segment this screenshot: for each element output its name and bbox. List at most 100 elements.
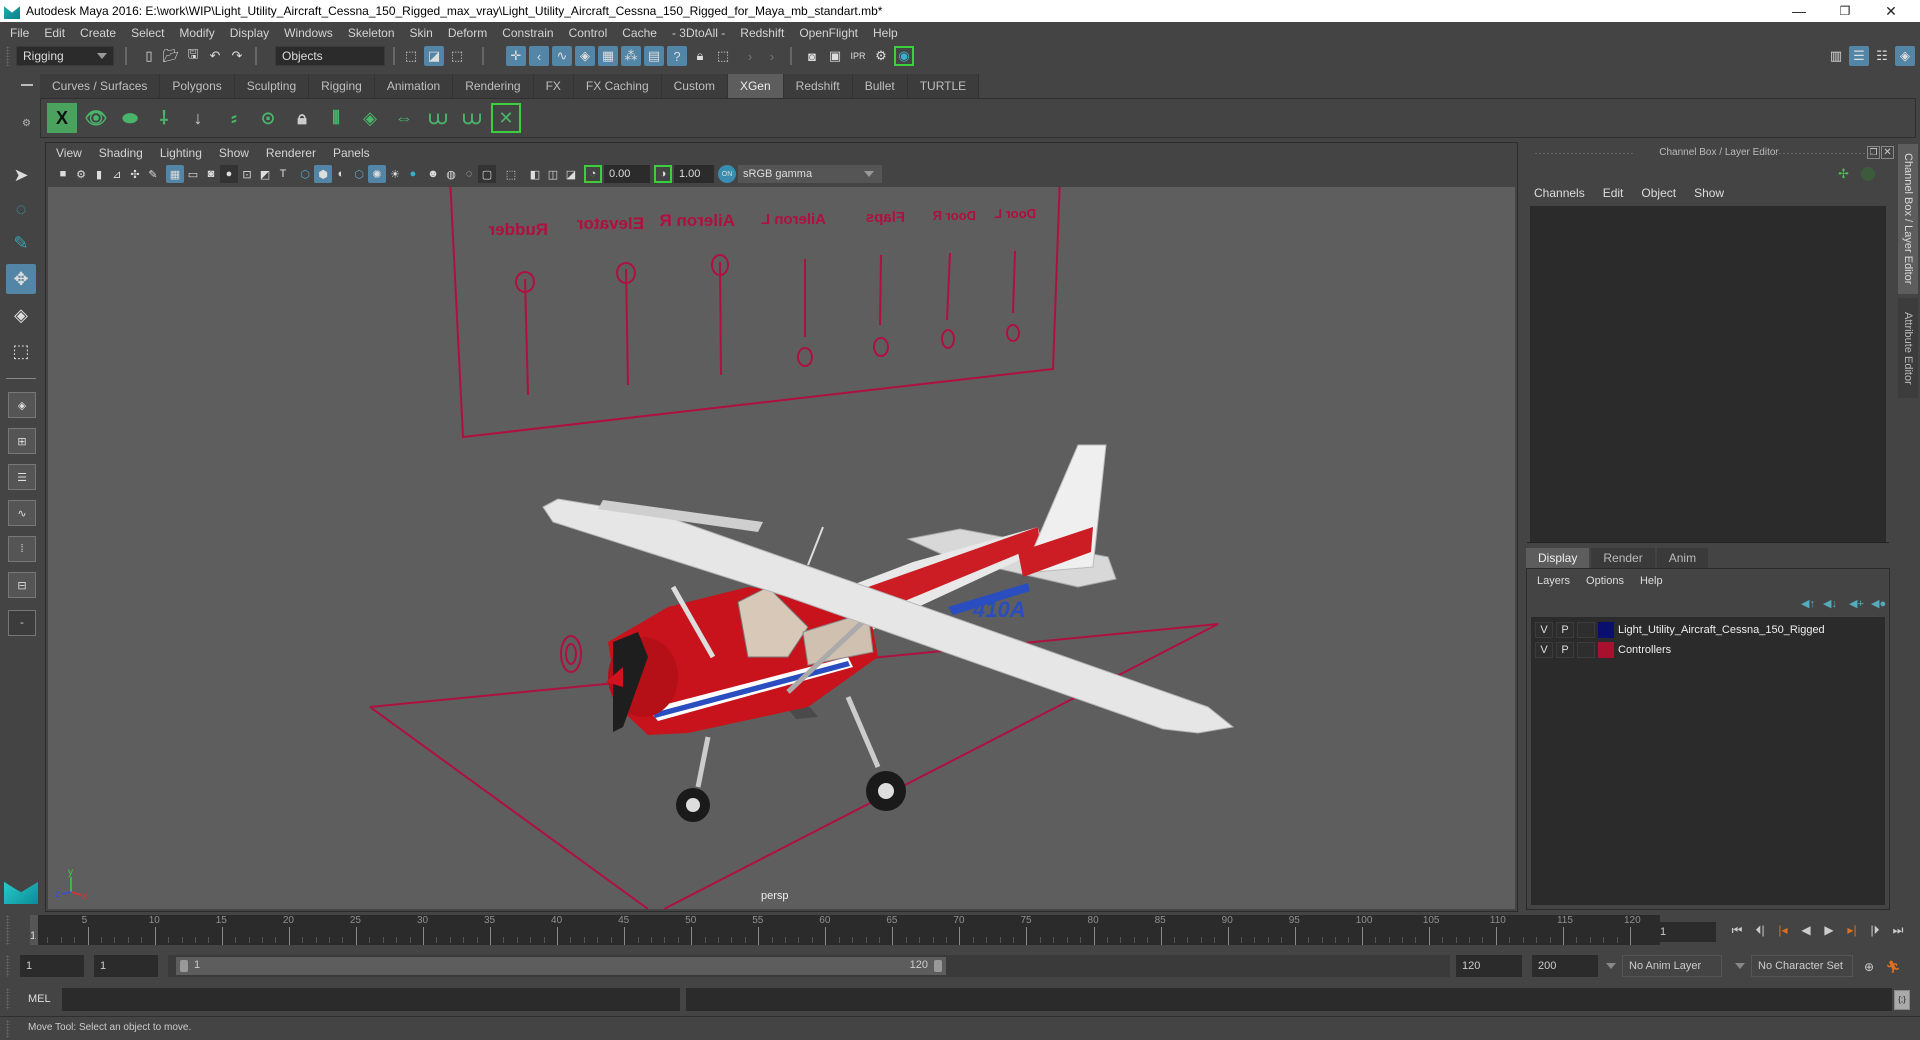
shelf-tab-fx-caching[interactable]: FX Caching xyxy=(573,74,662,98)
isolate-select-icon[interactable]: ▢ xyxy=(478,165,496,183)
select-object-icon[interactable]: ◪ xyxy=(424,46,444,66)
lock-guide-icon[interactable]: 🔒︎ xyxy=(287,103,317,133)
go-to-start-icon[interactable]: ⏮ xyxy=(1728,920,1746,940)
shadows-icon[interactable]: ☀ xyxy=(386,165,404,183)
menu-edit[interactable]: Edit xyxy=(44,26,65,40)
range-slider-bar[interactable]: 1 120 xyxy=(176,957,946,975)
xgen-editor-icon[interactable]: X xyxy=(47,103,77,133)
hypershade-persp-layout-button[interactable]: ⁞ xyxy=(8,536,36,562)
viewport-menu-view[interactable]: View xyxy=(56,146,82,160)
motion-blur-icon[interactable]: ☻ xyxy=(424,165,442,183)
layer-name[interactable]: Light_Utility_Aircraft_Cessna_150_Rigged xyxy=(1618,624,1825,636)
layer-visibility-toggle[interactable]: V xyxy=(1535,622,1553,638)
scale-tool-icon[interactable]: ⬚ xyxy=(6,336,36,366)
shelf-tab-rigging[interactable]: Rigging xyxy=(309,74,375,98)
grid-icon[interactable]: ▦ xyxy=(166,165,184,183)
exposure-icon[interactable]: ◔ xyxy=(584,165,602,183)
character-set-chevron-icon[interactable] xyxy=(1735,963,1745,969)
shelf-tab-fx[interactable]: FX xyxy=(533,74,574,98)
selection-mode-dropdown[interactable]: Objects xyxy=(275,46,385,66)
resolution-gate-icon[interactable]: ◙ xyxy=(202,165,220,183)
menu-redshift[interactable]: Redshift xyxy=(740,26,784,40)
modeling-toolkit-icon[interactable]: ▥ xyxy=(1826,46,1846,66)
layer-tab-anim[interactable]: Anim xyxy=(1656,548,1709,568)
outliner-persp-layout-button[interactable]: ☰ xyxy=(8,464,36,490)
color-management-toggle-icon[interactable]: ON xyxy=(718,165,736,183)
safe-action-icon[interactable]: ◩ xyxy=(256,165,274,183)
toggle-guide-icon[interactable]: ⩊ xyxy=(457,103,487,133)
channel-box-menu-channels[interactable]: Channels xyxy=(1534,186,1585,200)
command-line-grip[interactable] xyxy=(6,988,10,1010)
custom-layout-button[interactable]: ⊟ xyxy=(8,572,36,598)
viewport-menu-shading[interactable]: Shading xyxy=(99,146,143,160)
menu-windows[interactable]: Windows xyxy=(284,26,333,40)
playback-end-field[interactable]: 120 xyxy=(1456,955,1522,977)
step-back-frame-icon[interactable]: ⏴︎| xyxy=(1751,920,1769,940)
menu-help[interactable]: Help xyxy=(873,26,898,40)
2d-pan-zoom-icon[interactable]: ✣ xyxy=(126,165,144,183)
slider-handle-aileron-l[interactable] xyxy=(797,347,813,367)
command-input[interactable] xyxy=(62,988,680,1011)
place-guide-icon[interactable]: ↓ xyxy=(183,103,213,133)
select-guide-icon[interactable]: ⩊ xyxy=(423,103,453,133)
step-forward-frame-icon[interactable]: |⏵︎ xyxy=(1866,920,1884,940)
gamma-icon[interactable]: ◑ xyxy=(654,165,672,183)
move-layer-up-icon[interactable]: ◀↑ xyxy=(1801,597,1815,610)
layer-tab-display[interactable]: Display xyxy=(1526,548,1590,568)
menu-deform[interactable]: Deform xyxy=(448,26,487,40)
auto-key-icon[interactable]: ⊕ xyxy=(1860,957,1878,977)
layer-playback-toggle[interactable]: P xyxy=(1556,642,1574,658)
tab-attribute-editor[interactable]: Attribute Editor xyxy=(1898,298,1918,398)
range-end-handle[interactable] xyxy=(934,960,942,972)
animation-start-field[interactable]: 1 xyxy=(20,955,84,977)
animation-end-field[interactable]: 200 xyxy=(1532,955,1598,977)
channel-box-area[interactable] xyxy=(1530,206,1886,542)
move-layer-down-icon[interactable]: ◀↓ xyxy=(1823,597,1837,610)
image-plane-icon[interactable]: ⊿ xyxy=(108,165,126,183)
viewport-menu-lighting[interactable]: Lighting xyxy=(160,146,202,160)
menu-cache[interactable]: Cache xyxy=(622,26,657,40)
propeller-control[interactable] xyxy=(560,635,582,673)
gamma-field[interactable]: 1.00 xyxy=(674,165,714,183)
ipr-render-icon[interactable]: IPR xyxy=(848,46,868,66)
menu-openflight[interactable]: OpenFlight xyxy=(799,26,858,40)
new-scene-icon[interactable]: ▯ xyxy=(139,46,159,66)
layer-visibility-toggle[interactable]: V xyxy=(1535,642,1553,658)
shelf-tab-curves-surfaces[interactable]: Curves / Surfaces xyxy=(40,74,161,98)
shelf-tab-rendering[interactable]: Rendering xyxy=(453,74,534,98)
layer-menu-layers[interactable]: Layers xyxy=(1537,575,1570,587)
film-gate-icon[interactable]: ▭ xyxy=(184,165,202,183)
menu-skin[interactable]: Skin xyxy=(410,26,433,40)
anim-layer-dropdown[interactable]: No Anim Layer xyxy=(1622,955,1722,977)
layout-menu-button[interactable]: - xyxy=(8,610,36,636)
character-set-dropdown[interactable]: No Character Set xyxy=(1751,955,1853,977)
backface-culling-icon[interactable]: ◪ xyxy=(562,165,580,183)
xray-icon[interactable]: ⬚ xyxy=(502,165,520,183)
select-tool-icon[interactable]: ➤ xyxy=(6,160,36,190)
time-slider[interactable]: 1 5 10 15 20 25 30 35 40 45 50 55 60 65 70 75 80 85 90 95 1… xyxy=(30,915,1660,945)
safe-title-icon[interactable]: T xyxy=(274,165,292,183)
smooth-shade-icon[interactable]: ⬢ xyxy=(314,165,332,183)
textured-icon[interactable]: ⬡ xyxy=(350,165,368,183)
preview-icon[interactable]: 👁︎ xyxy=(81,103,111,133)
help-icon[interactable]: ? xyxy=(667,46,687,66)
layer-tab-render[interactable]: Render xyxy=(1591,548,1655,568)
layer-menu-help[interactable]: Help xyxy=(1640,575,1663,587)
open-scene-icon[interactable]: 📂︎ xyxy=(161,46,181,66)
slider-handle-flaps[interactable] xyxy=(873,337,889,357)
menu-skeleton[interactable]: Skeleton xyxy=(348,26,395,40)
channel-box-icon[interactable]: ◈ xyxy=(1895,46,1915,66)
shelf-menu-icon[interactable] xyxy=(21,84,33,86)
animation-preferences-icon[interactable]: 🏃︎ xyxy=(1884,957,1902,977)
playback-start-field[interactable]: 1 xyxy=(94,955,158,977)
menu-select[interactable]: Select xyxy=(131,26,164,40)
lasso-tool-icon[interactable]: ◌ xyxy=(6,194,36,224)
exposure-field[interactable]: 0.00 xyxy=(604,165,650,183)
color-space-dropdown[interactable]: sRGB gamma xyxy=(738,165,882,183)
time-slider-grip[interactable] xyxy=(6,915,10,945)
snap-live-icon[interactable]: ▦ xyxy=(598,46,618,66)
menuset-dropdown[interactable]: Rigging xyxy=(16,46,114,66)
snap-grid-icon[interactable]: ✛ xyxy=(506,46,526,66)
undo-icon[interactable]: ↶ xyxy=(205,46,225,66)
channel-box-menu-show[interactable]: Show xyxy=(1694,186,1724,200)
